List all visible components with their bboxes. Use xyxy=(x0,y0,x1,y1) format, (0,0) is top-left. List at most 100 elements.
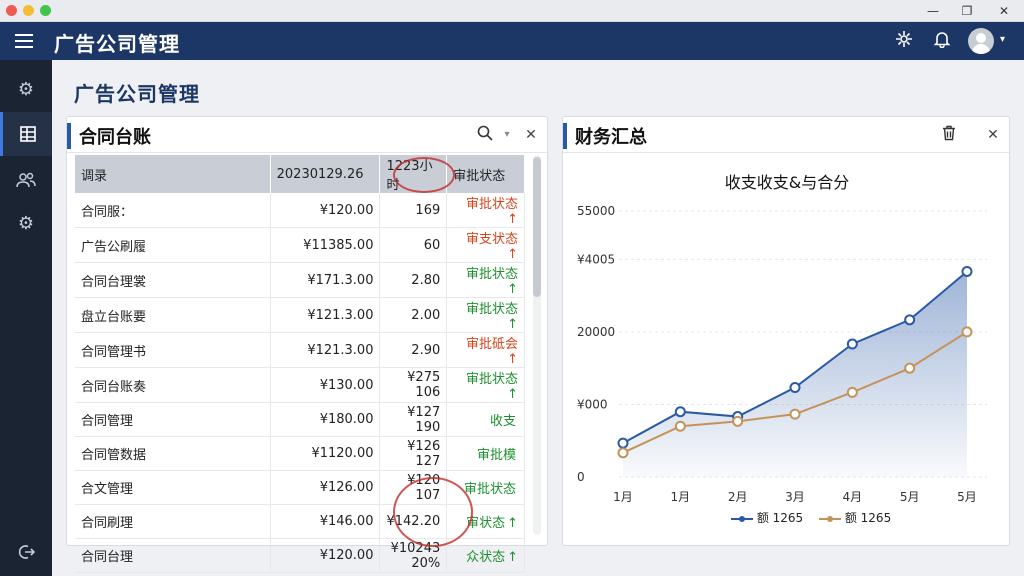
status-text: 审批状态 xyxy=(465,197,518,212)
cell-amount: ¥171.3.00 xyxy=(270,262,381,298)
cell-qty: 169 xyxy=(379,193,448,228)
x-tick-label: 5月 xyxy=(900,490,920,504)
close-icon[interactable]: ✕ xyxy=(521,125,541,145)
status-text: 众状态 xyxy=(466,550,506,565)
panel-header: 合同台账 ▾ ✕ xyxy=(67,117,547,153)
network-icon[interactable] xyxy=(893,30,915,52)
cell-status: 审批状态↑ xyxy=(446,367,525,403)
data-point xyxy=(674,406,686,418)
cell-status: 审支状态↑ xyxy=(446,227,525,263)
cell-status: 审批状态↑ xyxy=(446,193,525,228)
cell-name: 合文管理 xyxy=(75,470,271,505)
x-tick-label: 5月 xyxy=(957,490,977,504)
status-arrow-icon: ↑ xyxy=(507,317,518,332)
data-point xyxy=(846,338,858,350)
page-title: 广告公司管理 xyxy=(74,82,200,106)
user-avatar-icon[interactable] xyxy=(968,28,994,54)
table-row[interactable]: 合同台账奏 ¥130.00 ¥275 106 审批状态↑ xyxy=(75,367,525,403)
column-header[interactable]: 202301​29.26 xyxy=(270,155,381,193)
cell-qty: 2.80 xyxy=(379,262,448,298)
cell-amount: ¥130.00 xyxy=(270,367,381,403)
status-arrow-icon: ↑ xyxy=(507,212,518,227)
table-header-row: 调录 202301​29.26 1223小时 审批状态 xyxy=(75,155,525,193)
minimize-icon[interactable]: — xyxy=(924,2,942,20)
cell-qty: 2.90 xyxy=(379,332,448,368)
table-row[interactable]: 合同管理书 ¥121.3.00 2.90 审批砥会↑ xyxy=(75,332,525,368)
status-arrow-icon: ↑ xyxy=(507,352,518,367)
cell-amount: ¥121.3.00 xyxy=(270,332,381,368)
cell-name: 合同管理 xyxy=(75,402,271,437)
cell-name: 合同台理 xyxy=(75,538,271,573)
cell-name: 合同台理裳 xyxy=(75,262,271,298)
cell-status: 审批模 xyxy=(446,436,525,471)
cell-name: 合同管数据 xyxy=(75,436,271,471)
table-row[interactable]: 合同服： ¥120.00 169 审批状态↑ xyxy=(75,193,525,228)
cell-amount: ¥126.00 xyxy=(270,470,381,505)
trash-icon[interactable] xyxy=(939,125,959,145)
window-maximize-dot[interactable] xyxy=(40,5,51,16)
cell-qty: ¥275 106 xyxy=(379,367,448,403)
status-arrow-icon: ↑ xyxy=(507,247,518,262)
table-row[interactable]: 合同台理 ¥120.00 ¥10243 20% 众状态 ↑ xyxy=(75,538,525,573)
cell-status: 审批砥会↑ xyxy=(446,332,525,368)
cell-name: 合同服： xyxy=(75,193,271,228)
cell-status: 审批状态↑ xyxy=(446,297,525,333)
finance-summary-panel: 财务汇总 ✕ 收支收支&与合分 55000 ¥4005 20000 ¥000 0 1月 1月… xyxy=(562,116,1010,546)
chevron-down-icon[interactable]: ▾ xyxy=(497,125,517,145)
data-point xyxy=(789,408,801,420)
y-tick-label: 20000 xyxy=(577,325,615,339)
grid-icon xyxy=(19,126,36,142)
bell-icon[interactable] xyxy=(931,30,953,52)
column-header[interactable]: 调录 xyxy=(75,155,271,193)
x-tick-label: 2月 xyxy=(728,490,748,504)
cell-qty: ¥127 190 xyxy=(379,402,448,437)
hamburger-icon[interactable] xyxy=(12,29,36,53)
column-header[interactable]: 审批状态 xyxy=(446,155,525,193)
data-point xyxy=(904,362,916,374)
panel-title: 财务汇总 xyxy=(575,127,647,148)
cell-name: 盘立台账要 xyxy=(75,297,271,333)
restore-icon[interactable]: ❐ xyxy=(958,2,976,20)
sidebar-item-config[interactable]: ⚙ xyxy=(0,202,52,246)
table-row[interactable]: 广告公刷履 ¥11385.00 60 审支状态↑ xyxy=(75,227,525,263)
status-text: 审批模 xyxy=(476,448,516,463)
window-minimize-dot[interactable] xyxy=(23,5,34,16)
cell-qty: 2.00 xyxy=(379,297,448,333)
data-point xyxy=(617,437,629,449)
cell-amount: ¥1120.00 xyxy=(270,436,381,471)
table-row[interactable]: 合同管理 ¥180.00 ¥127 190 收支 xyxy=(75,402,525,437)
cell-status: 收支 xyxy=(446,402,525,437)
legend-label: 额 1265 xyxy=(844,511,892,525)
finance-line-chart: 55000 ¥4005 20000 ¥000 0 1月 1月 2月 3月 4月 5月 5月 xyxy=(577,204,987,504)
search-icon[interactable] xyxy=(475,125,495,145)
window-close-dot[interactable] xyxy=(6,5,17,16)
close-icon[interactable]: ✕ xyxy=(995,2,1013,20)
table-row[interactable]: 合同台理裳 ¥171.3.00 2.80 审批状态↑ xyxy=(75,262,525,298)
data-point xyxy=(961,326,973,338)
data-point xyxy=(732,415,744,427)
panel-header: 财务汇总 ✕ xyxy=(563,117,1009,153)
status-text: 审批状态 xyxy=(465,302,518,317)
legend-label: 额 1265 xyxy=(756,511,804,525)
chevron-down-icon[interactable]: ▾ xyxy=(1000,34,1005,45)
scrollbar-thumb[interactable] xyxy=(533,157,541,297)
cell-name: 广告公刷履 xyxy=(75,227,271,263)
panel-accent-bar xyxy=(563,123,567,149)
data-point xyxy=(789,382,801,394)
x-tick-label: 1月 xyxy=(671,490,691,504)
status-text: 收支 xyxy=(489,414,516,429)
close-icon[interactable]: ✕ xyxy=(983,125,1003,145)
status-arrow-icon: ↑ xyxy=(507,387,518,402)
sidebar-item-users[interactable] xyxy=(0,158,52,202)
legend-line-blue xyxy=(731,515,753,522)
users-icon xyxy=(16,172,36,188)
logout-icon xyxy=(18,545,36,559)
table-row[interactable]: 盘立台账要 ¥121.3.00 2.00 审批状态↑ xyxy=(75,297,525,333)
app-title: 广告公司管理 xyxy=(54,32,180,56)
table-row[interactable]: 合同管数据 ¥1120.00 ¥126 127 审批模 xyxy=(75,436,525,471)
cell-amount: ¥180.00 xyxy=(270,402,381,437)
sidebar-item-logout[interactable] xyxy=(0,530,52,574)
sidebar-item-ledger[interactable] xyxy=(0,112,52,156)
cell-amount: ¥146.00 xyxy=(270,504,381,539)
sidebar-item-settings[interactable]: ⚙ xyxy=(0,68,52,112)
